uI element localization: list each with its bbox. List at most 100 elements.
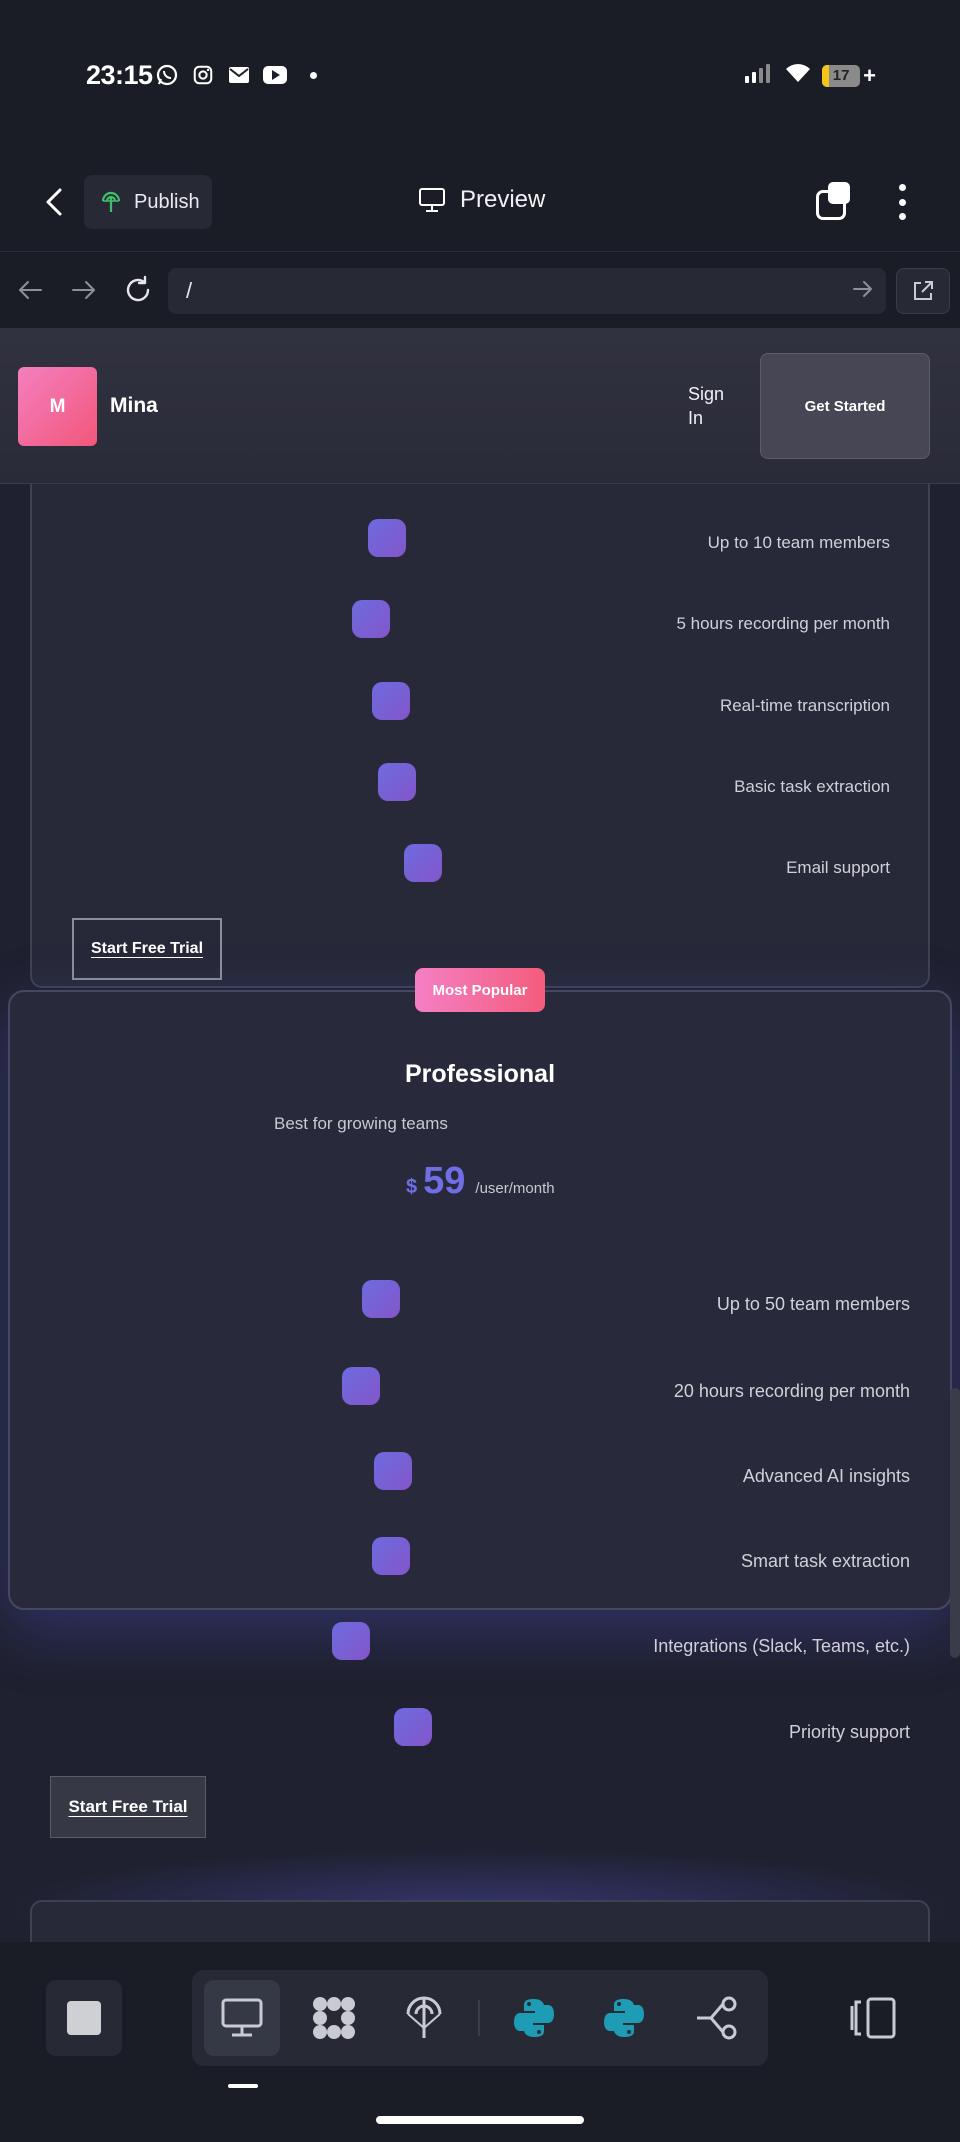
home-indicator[interactable] [376, 2116, 584, 2124]
bottom-dock [0, 1942, 960, 2142]
reload-button[interactable] [120, 272, 156, 308]
check-icon [342, 1367, 380, 1405]
dock-tools [192, 1970, 768, 2066]
browser-forward-button[interactable] [66, 272, 102, 308]
check-icon [362, 1280, 400, 1318]
feature-text: Real-time transcription [719, 696, 890, 715]
battery-level: 17 [832, 67, 850, 84]
feature-text: Integrations (Slack, Teams, etc.) [653, 1636, 910, 1656]
feature-item: Integrations (Slack, Teams, etc.) [10, 1622, 950, 1668]
feature-item: Basic task extraction [32, 763, 928, 809]
chevron-left-icon [46, 188, 62, 216]
desktop-preview-icon [221, 1998, 263, 2037]
stop-button[interactable] [46, 1980, 122, 2056]
external-link-icon [914, 281, 933, 300]
browser-bar: / [0, 252, 960, 328]
side-panel-icon [850, 1997, 896, 2039]
pricing-card-starter: Up to 10 team members 5 hours recording … [30, 428, 930, 988]
open-external-button[interactable] [896, 268, 950, 314]
feature-text: 5 hours recording per month [676, 614, 890, 633]
feature-item: Email support [32, 844, 928, 890]
publish-icon [101, 191, 121, 212]
more-options-button[interactable] [892, 180, 912, 224]
monitor-icon [419, 188, 445, 212]
status-time: 23:15 [86, 60, 153, 90]
most-popular-badge: Most Popular [415, 968, 545, 1012]
scrollbar-thumb[interactable] [950, 1388, 960, 1658]
apps-icon [313, 1997, 355, 2039]
status-bar: 23:15 17 + [0, 0, 960, 150]
site-header: M Mina Sign In Get Started [0, 328, 960, 484]
web-preview: M Mina Sign In Get Started Up to 10 team… [0, 328, 960, 1942]
python-shell-button[interactable] [586, 1980, 662, 2056]
workflow-button[interactable] [678, 1980, 754, 2056]
battery-icon: 17 + [822, 63, 876, 89]
notification-icons [154, 62, 317, 88]
wifi-icon [784, 62, 812, 89]
whatsapp-icon [154, 62, 180, 88]
python-icon [514, 1999, 554, 2037]
publish-label: Publish [134, 190, 200, 213]
apps-button[interactable] [296, 1980, 372, 2056]
system-indicators: 17 + [744, 62, 876, 89]
deploy-icon [406, 1996, 442, 2038]
plan-name: Professional [404, 1060, 556, 1088]
feature-item: 5 hours recording per month [32, 600, 928, 646]
arrow-right-icon [72, 281, 95, 299]
get-started-button[interactable]: Get Started [760, 353, 930, 459]
feature-text: Up to 10 team members [707, 533, 890, 552]
check-icon [352, 600, 390, 638]
feature-text: 20 hours recording per month [673, 1381, 910, 1401]
youtube-icon [262, 62, 288, 88]
brand-name[interactable]: Mina [110, 394, 158, 418]
check-icon [378, 763, 416, 801]
feature-text: Advanced AI insights [742, 1466, 910, 1486]
stop-icon [67, 2001, 101, 2035]
logo-letter: M [49, 395, 66, 417]
start-free-trial-button[interactable]: Start Free Trial [50, 1776, 206, 1838]
mail-icon [226, 62, 252, 88]
publish-button[interactable]: Publish [84, 175, 212, 229]
go-icon[interactable] [852, 278, 874, 306]
browser-back-button[interactable] [12, 272, 48, 308]
workflow-icon [697, 1996, 737, 2040]
feature-item: 20 hours recording per month [10, 1367, 950, 1413]
feature-text: Up to 50 team members [716, 1294, 910, 1314]
plan-price: $ 59 /user/month [406, 1160, 555, 1203]
deploy-button[interactable] [386, 1980, 462, 2056]
url-field[interactable]: / [168, 268, 886, 314]
feature-item: Smart task extraction [10, 1537, 950, 1583]
python-icon [604, 1999, 644, 2037]
check-icon [372, 1537, 410, 1575]
back-button[interactable] [38, 186, 70, 218]
check-icon [394, 1708, 432, 1746]
plan-description: Best for growing teams [274, 1114, 448, 1133]
desktop-preview-button[interactable] [204, 1980, 280, 2056]
check-icon [372, 682, 410, 720]
arrow-left-icon [19, 281, 42, 299]
toggle-panel-button[interactable] [850, 1996, 898, 2040]
instagram-icon [190, 62, 216, 88]
feature-text: Email support [786, 858, 890, 877]
feature-item: Real-time transcription [32, 682, 928, 728]
price-period: /user/month [475, 1180, 555, 1197]
feature-item: Up to 10 team members [32, 519, 928, 565]
pricing-card-professional: Professional Best for growing teams $ 59… [8, 990, 952, 1838]
check-icon [404, 844, 442, 882]
feature-text: Priority support [788, 1722, 910, 1742]
more-notifications-dot [310, 71, 317, 79]
price-amount: 59 [423, 1160, 466, 1202]
reload-icon [126, 275, 150, 302]
feature-item: Up to 50 team members [10, 1280, 950, 1326]
url-text: / [186, 278, 193, 303]
feature-item: Priority support [10, 1708, 950, 1754]
check-icon [374, 1452, 412, 1490]
python-console-button[interactable] [496, 1980, 572, 2056]
feature-item: Advanced AI insights [10, 1452, 950, 1498]
start-free-trial-button[interactable]: Start Free Trial [72, 918, 222, 980]
preview-label: Preview [460, 186, 546, 213]
feature-text: Smart task extraction [740, 1551, 910, 1571]
tabs-button[interactable] [814, 182, 854, 222]
sign-in-link[interactable]: Sign In [688, 382, 738, 430]
site-logo[interactable]: M [18, 367, 97, 446]
